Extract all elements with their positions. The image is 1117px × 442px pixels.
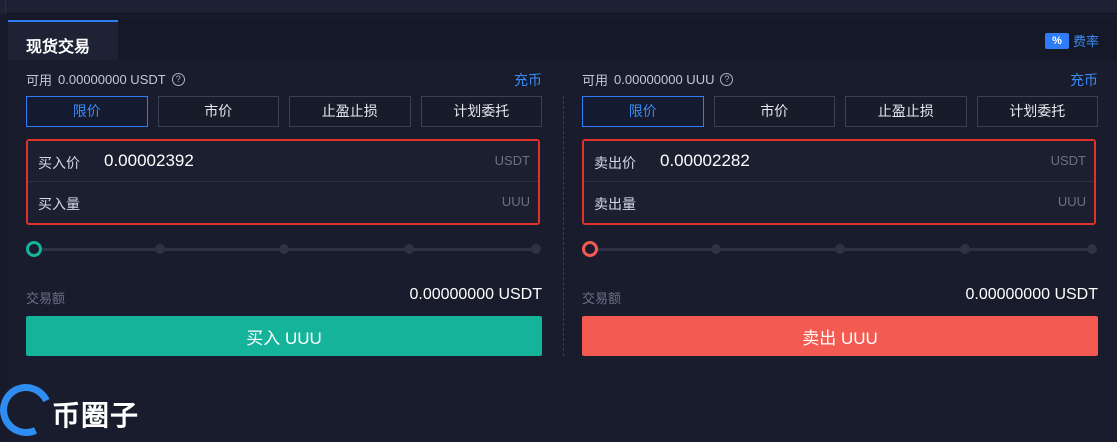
sell-amount-label: 交易额 bbox=[582, 291, 622, 306]
buy-order-type-stop[interactable]: 止盈止损 bbox=[289, 96, 411, 127]
buy-order-type-tabs: 限价 市价 止盈止损 计划委托 bbox=[26, 96, 542, 127]
sell-quantity-unit: UUU bbox=[1057, 194, 1086, 209]
buy-order-type-limit[interactable]: 限价 bbox=[26, 96, 148, 127]
percent-icon: % bbox=[1044, 32, 1069, 49]
sell-order-type-tabs: 限价 市价 止盈止损 计划委托 bbox=[582, 96, 1098, 127]
buy-available: 可用 0.00000000 USDT ? bbox=[26, 70, 185, 89]
slider-handle[interactable] bbox=[26, 241, 42, 257]
buy-quantity-unit: UUU bbox=[501, 194, 530, 209]
fee-rate-label: 费率 bbox=[1072, 34, 1099, 49]
help-icon[interactable]: ? bbox=[171, 73, 185, 86]
sell-order-type-plan[interactable]: 计划委托 bbox=[976, 96, 1098, 127]
sell-price-field[interactable]: 卖出价 0.00002282 USDT bbox=[584, 141, 1094, 182]
buy-price-field[interactable]: 买入价 0.00002392 USDT bbox=[28, 141, 538, 182]
sell-amount-row: 交易额 0.00000000 USDT bbox=[582, 286, 1098, 306]
sell-input-group: 卖出价 0.00002282 USDT 卖出量 UUU bbox=[582, 139, 1096, 225]
sell-available-value: 0.00000000 UUU bbox=[614, 72, 715, 87]
slider-node-75[interactable] bbox=[404, 244, 414, 254]
slider-node-50[interactable] bbox=[279, 244, 289, 254]
sell-amount-slider[interactable] bbox=[582, 240, 1098, 258]
buy-amount-row: 交易额 0.00000000 USDT bbox=[26, 286, 542, 306]
buy-input-group: 买入价 0.00002392 USDT 买入量 UUU bbox=[26, 139, 540, 225]
top-strip-edge bbox=[0, 0, 6, 14]
buy-price-unit: USDT bbox=[494, 153, 530, 168]
buy-amount-value: 0.00000000 USDT bbox=[409, 286, 542, 303]
sell-order-type-market[interactable]: 市价 bbox=[713, 96, 835, 127]
buy-order-type-market[interactable]: 市价 bbox=[157, 96, 279, 127]
buy-form: 可用 0.00000000 USDT ? 充币 限价 市价 止盈止损 计划委托 … bbox=[26, 60, 542, 360]
sell-order-type-stop[interactable]: 止盈止损 bbox=[845, 96, 967, 127]
top-strip bbox=[0, 0, 1117, 14]
sell-amount-value: 0.00000000 USDT bbox=[965, 286, 1098, 303]
slider-node-25[interactable] bbox=[155, 244, 165, 254]
tab-bar bbox=[8, 18, 1117, 60]
buy-price-value[interactable]: 0.00002392 bbox=[104, 151, 194, 171]
buy-amount-label: 交易额 bbox=[26, 291, 66, 306]
buy-amount-slider[interactable] bbox=[26, 240, 542, 258]
sell-quantity-field[interactable]: 卖出量 UUU bbox=[584, 182, 1094, 223]
buy-quantity-field[interactable]: 买入量 UUU bbox=[28, 182, 538, 223]
sell-price-value[interactable]: 0.00002282 bbox=[660, 151, 750, 171]
slider-node-100[interactable] bbox=[1087, 244, 1097, 254]
buy-order-type-plan[interactable]: 计划委托 bbox=[420, 96, 542, 127]
buy-price-label: 买入价 bbox=[38, 155, 80, 171]
sell-order-type-limit[interactable]: 限价 bbox=[582, 96, 704, 127]
fee-rate-link[interactable]: % 费率 bbox=[1044, 31, 1099, 50]
sell-price-unit: USDT bbox=[1050, 153, 1086, 168]
sell-available: 可用 0.00000000 UUU ? bbox=[582, 70, 734, 89]
slider-node-100[interactable] bbox=[531, 244, 541, 254]
buy-button[interactable]: 买入 UUU bbox=[26, 316, 542, 356]
slider-node-25[interactable] bbox=[711, 244, 721, 254]
slider-handle[interactable] bbox=[582, 241, 598, 257]
logo-ring-icon bbox=[0, 376, 60, 442]
sell-form: 可用 0.00000000 UUU ? 充币 限价 市价 止盈止损 计划委托 卖… bbox=[582, 60, 1098, 360]
watermark-text: 币圈子 bbox=[52, 400, 140, 431]
slider-node-50[interactable] bbox=[835, 244, 845, 254]
watermark-logo: 币圈子 bbox=[0, 376, 160, 442]
buy-available-value: 0.00000000 USDT bbox=[58, 72, 166, 87]
sell-button[interactable]: 卖出 UUU bbox=[582, 316, 1098, 356]
sell-available-label: 可用 bbox=[582, 73, 609, 88]
help-icon[interactable]: ? bbox=[720, 73, 734, 86]
sell-price-label: 卖出价 bbox=[594, 155, 636, 171]
sell-quantity-label: 卖出量 bbox=[594, 196, 636, 212]
slider-node-75[interactable] bbox=[960, 244, 970, 254]
sell-recharge-link[interactable]: 充币 bbox=[1070, 70, 1098, 90]
buy-available-label: 可用 bbox=[26, 73, 53, 88]
column-divider bbox=[563, 96, 564, 356]
buy-recharge-link[interactable]: 充币 bbox=[514, 70, 542, 90]
buy-quantity-label: 买入量 bbox=[38, 196, 80, 212]
tab-spot-trading[interactable]: 现货交易 bbox=[8, 20, 118, 60]
